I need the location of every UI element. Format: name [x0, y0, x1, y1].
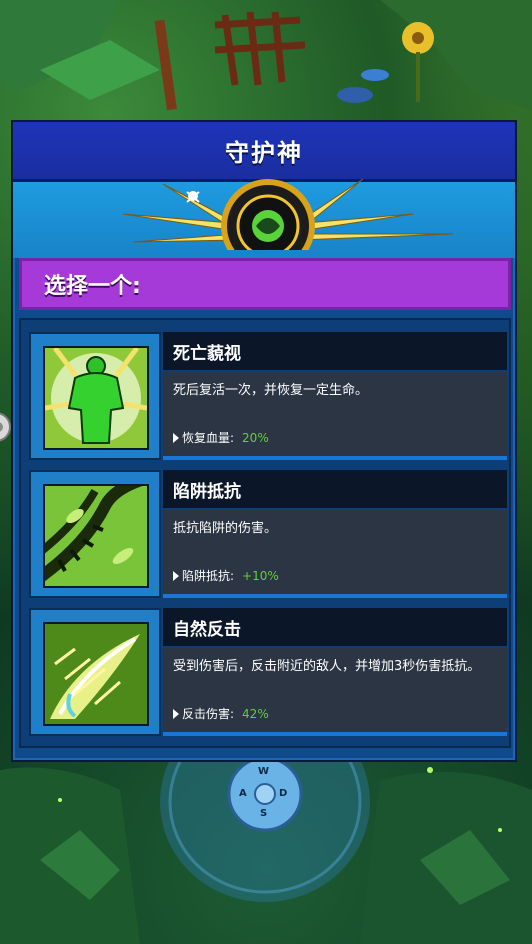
option-stat-value: 42% — [242, 706, 269, 721]
option-stat-value: +10% — [242, 568, 279, 583]
option-name-bar: 陷阱抵抗 — [163, 470, 507, 508]
option-underline — [163, 594, 507, 598]
option-description: 死后复活一次，并恢复一定生命。 — [173, 383, 369, 398]
joystick-key-s: S — [260, 808, 268, 819]
option-underline — [163, 732, 507, 736]
select-prompt-bar: 选择一个: — [19, 258, 511, 310]
option-card-nature-counter[interactable]: 自然反击 受到伤害后，反击附近的敌人，并增加3秒伤害抵抗。 反击伤害: 42% — [29, 608, 507, 736]
thorny-vine-icon — [43, 484, 149, 588]
option-stat: 恢复血量: 20% — [173, 429, 269, 446]
joystick-key-w: W — [258, 766, 270, 777]
guardian-emblem-icon — [122, 178, 454, 250]
option-card-death-defiance[interactable]: 死亡藐视 死后复活一次，并恢复一定生命。 恢复血量: 20% — [29, 332, 507, 460]
option-name-bar: 死亡藐视 — [163, 332, 507, 370]
option-card-trap-resistance[interactable]: 陷阱抵抗 抵抗陷阱的伤害。 陷阱抵抗: +10% — [29, 470, 507, 598]
option-underline — [163, 456, 507, 460]
option-stat-label: 陷阱抵抗: — [182, 569, 235, 583]
option-name: 死亡藐视 — [173, 343, 241, 364]
green-figure-icon — [43, 346, 149, 450]
triangle-bullet-icon — [173, 570, 179, 581]
option-icon-frame — [29, 332, 161, 460]
guardian-selection-panel: 守护神 选择一个: 死亡藐视 死后复活一次，并恢复一定生命。 恢复血量: 20%… — [11, 120, 517, 762]
option-description: 抵抗陷阱的伤害。 — [173, 521, 278, 536]
option-stat: 反击伤害: 42% — [173, 705, 269, 722]
option-body: 抵抗陷阱的伤害。 陷阱抵抗: +10% — [163, 510, 507, 594]
triangle-bullet-icon — [173, 432, 179, 443]
option-name-bar: 自然反击 — [163, 608, 507, 646]
option-icon-frame — [29, 470, 161, 598]
triangle-bullet-icon — [173, 708, 179, 719]
select-prompt: 选择一个: — [44, 274, 141, 299]
option-body: 死后复活一次，并恢复一定生命。 恢复血量: 20% — [163, 372, 507, 456]
joystick-key-a: A — [239, 788, 247, 799]
emblem-banner — [13, 178, 515, 258]
option-name: 自然反击 — [173, 619, 241, 640]
option-stat: 陷阱抵抗: +10% — [173, 567, 279, 584]
leaf-slash-icon — [43, 622, 149, 726]
option-name: 陷阱抵抗 — [173, 481, 241, 502]
option-stat-label: 恢复血量: — [182, 431, 235, 445]
option-icon-frame — [29, 608, 161, 736]
option-description: 受到伤害后，反击附近的敌人，并增加3秒伤害抵抗。 — [173, 659, 481, 674]
joystick-key-d: D — [279, 788, 288, 799]
option-stat-value: 20% — [242, 430, 269, 445]
option-body: 受到伤害后，反击附近的敌人，并增加3秒伤害抵抗。 反击伤害: 42% — [163, 648, 507, 732]
panel-title-bar: 守护神 — [13, 122, 515, 182]
option-stat-label: 反击伤害: — [182, 707, 235, 721]
movement-joystick[interactable]: W A D S — [158, 702, 372, 902]
panel-title: 守护神 — [225, 139, 303, 167]
options-list: 死亡藐视 死后复活一次，并恢复一定生命。 恢复血量: 20% 陷阱抵抗 抵抗陷阱… — [19, 318, 511, 748]
